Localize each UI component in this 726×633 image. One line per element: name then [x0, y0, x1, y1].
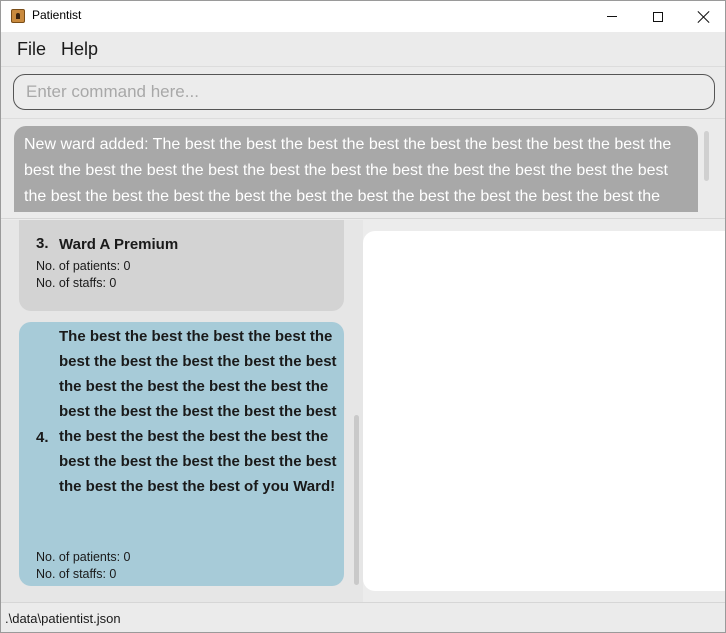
- result-display[interactable]: New ward added: The best the best the be…: [14, 126, 698, 212]
- close-button[interactable]: [681, 1, 726, 32]
- maximize-button[interactable]: [635, 1, 681, 32]
- command-input[interactable]: [13, 74, 715, 110]
- ward-patients-count: No. of patients: 0: [36, 259, 131, 273]
- ward-index: 4.: [36, 429, 49, 446]
- ward-card-selected[interactable]: 4. The best the best the best the best t…: [19, 322, 344, 586]
- app-icon: [11, 9, 25, 23]
- ward-patients-count: No. of patients: 0: [36, 550, 131, 564]
- minimize-button[interactable]: [589, 1, 635, 32]
- detail-panel: [363, 231, 725, 591]
- close-icon: [698, 11, 710, 23]
- ward-staffs-count: No. of staffs: 0: [36, 276, 117, 290]
- window-title: Patientist: [32, 8, 82, 22]
- ward-list-scrollbar[interactable]: [354, 415, 359, 585]
- maximize-icon: [653, 11, 663, 22]
- ward-list-panel[interactable]: 3. Ward A Premium No. of patients: 0 No.…: [1, 220, 363, 602]
- title-bar[interactable]: Patientist: [1, 1, 725, 32]
- ward-name: Ward A Premium: [59, 236, 179, 253]
- menu-help[interactable]: Help: [61, 39, 98, 60]
- menu-file[interactable]: File: [17, 39, 46, 60]
- menu-bar: File Help: [1, 32, 725, 67]
- minimize-icon: [607, 16, 617, 17]
- app-window: Patientist File Help New ward added: The…: [0, 0, 726, 633]
- result-text: New ward added: The best the best the be…: [24, 136, 672, 205]
- ward-name: The best the best the best the best the …: [59, 328, 337, 495]
- data-file-path: .\data\patientist.json: [5, 611, 121, 626]
- status-bar: .\data\patientist.json: [1, 602, 725, 632]
- command-box-area: [1, 67, 725, 119]
- ward-staffs-count: No. of staffs: 0: [36, 567, 117, 581]
- result-scrollbar[interactable]: [704, 131, 709, 181]
- result-display-area: New ward added: The best the best the be…: [1, 119, 725, 219]
- ward-card[interactable]: 3. Ward A Premium No. of patients: 0 No.…: [19, 220, 344, 311]
- ward-index: 3.: [36, 235, 49, 252]
